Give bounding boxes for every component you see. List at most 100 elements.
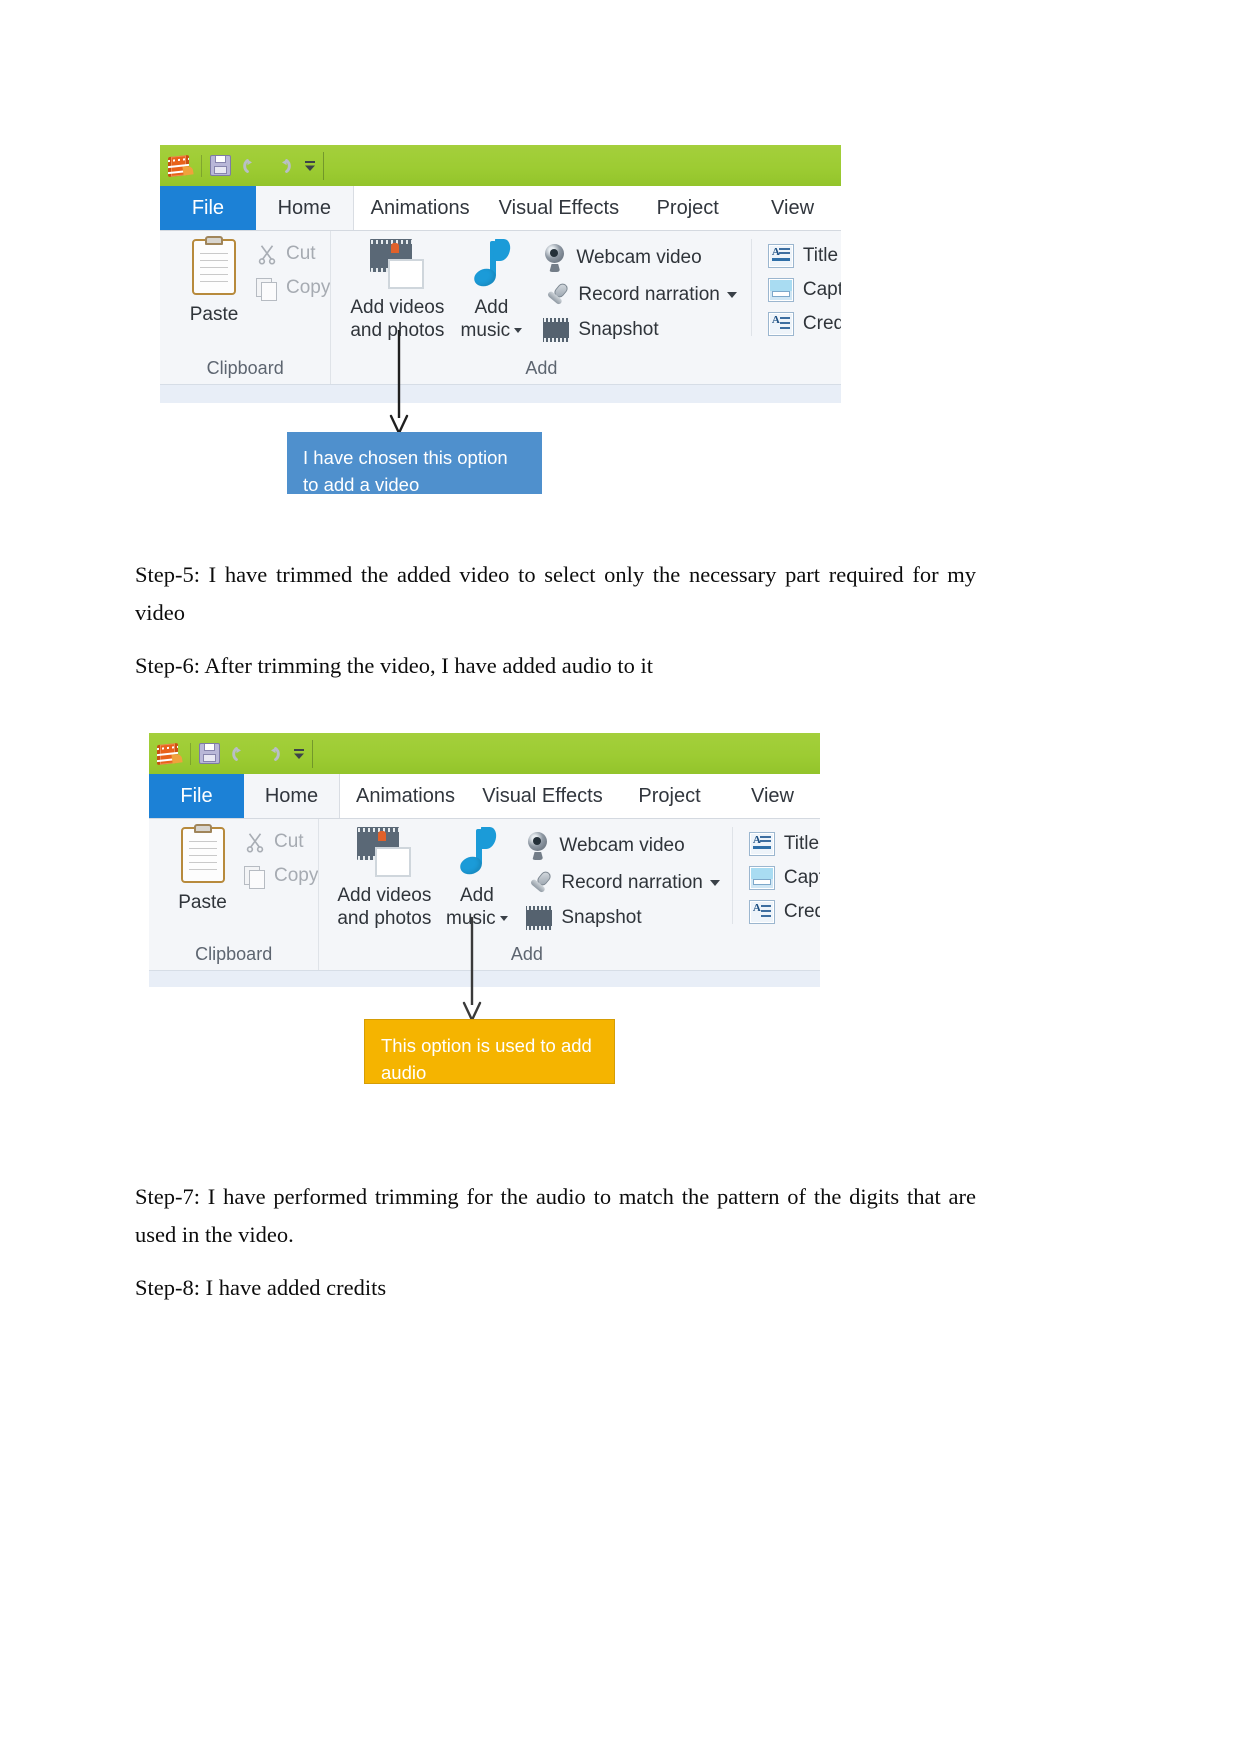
paste-button[interactable]: Paste [163,824,242,914]
tab-view-label: View [751,784,794,807]
document-page: File Home Animations Visual Effects Proj… [0,0,1241,1754]
webcam-icon [543,244,567,272]
tab-home-label: Home [277,196,331,219]
caption-button[interactable]: A Caption [748,866,820,890]
callout-audio-text: This option is used to add audio [381,1035,592,1083]
tab-animations[interactable]: Animations [340,774,471,818]
tab-visual-effects[interactable]: Visual Effects [487,186,632,230]
webcam-video-label: Webcam video [559,835,685,856]
credits-button[interactable]: A Credits [767,312,841,336]
add-music-label-line1: Add [459,885,494,906]
undo-icon[interactable] [241,155,263,177]
clipboard-icon [180,824,225,883]
webcam-icon [526,832,550,860]
paste-button[interactable]: Paste [174,236,254,326]
snapshot-button[interactable]: Snapshot [543,318,737,342]
add-videos-and-photos-button[interactable]: Add videos and photos [341,239,453,342]
credits-label: Credits [783,901,820,922]
copy-button[interactable]: Copy [254,277,331,301]
paragraph-step7: Step-7: I have performed trimming for th… [135,1184,976,1247]
tab-project[interactable]: Project [614,774,725,818]
annotation-arrow-audio [462,917,482,1022]
tab-view[interactable]: View [725,774,820,818]
caption-icon: A [767,278,794,302]
tab-file[interactable]: File [149,774,244,818]
snapshot-button[interactable]: Snapshot [526,906,720,930]
quick-access-toolbar [160,145,841,186]
redo-icon[interactable] [260,743,282,765]
add-videos-label-line1: Add videos [350,297,445,318]
microphone-icon [526,869,554,896]
qat-divider-1 [190,742,191,765]
clipboard-icon [192,236,236,295]
title-button[interactable]: A Title [748,832,820,856]
undo-icon[interactable] [230,743,252,765]
caption-button[interactable]: A Caption [767,278,841,302]
title-label: Title [802,245,839,266]
copy-label: Copy [286,277,331,298]
movie-maker-ribbon: File Home Animations Visual Effects Proj… [160,145,841,403]
cut-label: Cut [286,243,316,264]
title-icon: A [748,832,775,856]
copy-icon [242,865,268,889]
tab-file[interactable]: File [160,186,256,230]
tab-project[interactable]: Project [631,186,744,230]
tab-view[interactable]: View [744,186,841,230]
customize-quick-access-icon[interactable] [292,746,306,762]
save-icon[interactable] [210,155,231,176]
add-videos-label-line2: and photos [337,908,432,929]
clipboard-group-label: Clipboard [206,358,284,378]
scissors-icon [242,831,268,853]
paste-label: Paste [178,892,227,913]
copy-icon [254,277,280,301]
qat-divider-2 [323,151,324,180]
ribbon-tab-strip-2: File Home Animations Visual Effects Proj… [149,774,820,819]
redo-icon[interactable] [271,155,293,177]
ribbon-tab-strip: File Home Animations Visual Effects Proj… [160,186,841,231]
add-music-button[interactable]: Add music [439,827,514,930]
tab-project-label: Project [656,196,719,219]
tab-animations[interactable]: Animations [354,186,487,230]
add-music-dropdown-icon[interactable] [514,328,523,333]
webcam-video-button[interactable]: Webcam video [526,832,720,860]
annotation-arrow-video [389,330,409,435]
add-music-label-line1: Add [474,297,509,318]
movie-maker-icon[interactable] [167,154,194,178]
tab-file-label: File [191,196,225,219]
record-narration-button[interactable]: Record narration [543,281,737,308]
add-videos-and-photos-button[interactable]: Add videos and photos [329,827,439,930]
webcam-video-button[interactable]: Webcam video [543,244,737,272]
ribbon-group-clipboard: Paste Cut Copy Clipboard [160,231,330,384]
cut-button[interactable]: Cut [242,831,318,853]
webcam-video-label: Webcam video [576,247,702,268]
credits-button[interactable]: A Credits [748,900,820,924]
tab-project-label: Project [638,784,701,807]
record-narration-dropdown-icon[interactable] [726,292,737,298]
add-music-label-line2: music [460,320,511,341]
tab-home[interactable]: Home [255,186,354,230]
snapshot-label: Snapshot [578,319,659,340]
copy-button[interactable]: Copy [242,865,319,889]
customize-quick-access-icon[interactable] [303,158,317,174]
ribbon-footer [160,384,841,403]
tab-visual-effects-label: Visual Effects [498,196,620,219]
add-music-button[interactable]: Add music [453,239,529,342]
tab-home[interactable]: Home [244,774,340,818]
add-music-dropdown-icon[interactable] [499,916,508,921]
music-note-icon [455,827,499,879]
copy-label: Copy [274,865,319,886]
record-narration-button[interactable]: Record narration [526,869,720,896]
title-button[interactable]: A Title [767,244,841,268]
record-narration-label: Record narration [561,872,703,893]
movie-maker-icon[interactable] [156,742,183,766]
caption-label: Caption [802,279,841,300]
film-photo-icon [357,827,412,877]
save-icon[interactable] [199,743,220,764]
ribbon-group-clipboard: Paste Cut Copy Clipboard [149,819,318,970]
cut-button[interactable]: Cut [254,243,330,265]
microphone-icon [543,281,571,308]
snapshot-label: Snapshot [561,907,642,928]
record-narration-dropdown-icon[interactable] [709,880,720,886]
paragraph-step6: Step-6: After trimming the video, I have… [135,653,654,678]
tab-visual-effects[interactable]: Visual Effects [471,774,614,818]
